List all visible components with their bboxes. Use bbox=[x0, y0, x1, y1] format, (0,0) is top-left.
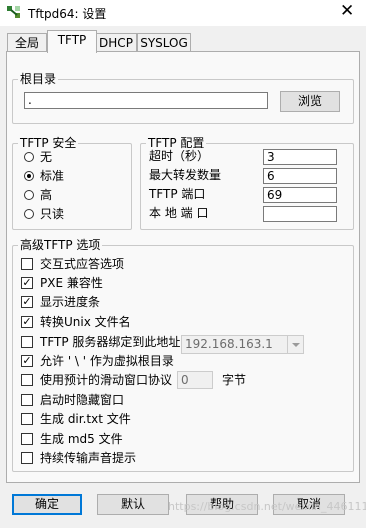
checkbox-sliding-window[interactable] bbox=[21, 374, 33, 386]
checkbox-create-dir-txt[interactable] bbox=[21, 413, 33, 425]
checkbox-translate-unix-names[interactable]: ✓ bbox=[21, 316, 33, 328]
base-directory-input[interactable]: . bbox=[24, 92, 268, 109]
max-retransmit-label: 最大转发数量 bbox=[149, 168, 222, 182]
window-size-unit: 字节 bbox=[222, 373, 247, 387]
radio-high[interactable] bbox=[24, 190, 34, 200]
timeout-input[interactable]: 3 bbox=[263, 149, 337, 165]
checkbox-bind-address[interactable] bbox=[21, 336, 33, 348]
checkbox-pxe-compatibility[interactable]: ✓ bbox=[21, 277, 33, 289]
tab-global[interactable]: 全局 bbox=[7, 33, 47, 52]
checkbox-hide-window[interactable] bbox=[21, 394, 33, 406]
tab-tftp[interactable]: TFTP bbox=[47, 30, 97, 53]
timeout-label: 超时（秒） bbox=[149, 149, 210, 163]
window-size-input[interactable]: 0 bbox=[177, 371, 213, 389]
watermark-text: https://blog.csdn.net/weixin_44611106 bbox=[168, 500, 366, 513]
local-port-label: 本 地 端 口 bbox=[149, 206, 209, 220]
radio-standard[interactable] bbox=[24, 171, 34, 181]
checkbox-virtual-root[interactable]: ✓ bbox=[21, 355, 33, 367]
local-port-input[interactable] bbox=[263, 206, 337, 222]
title-bar: Tftpd64: 设置 ✕ bbox=[0, 0, 366, 26]
tftp-security-legend: TFTP 安全 bbox=[18, 136, 79, 150]
advanced-options-legend: 高级TFTP 选项 bbox=[18, 238, 103, 252]
close-icon[interactable]: ✕ bbox=[340, 1, 354, 21]
bind-address-value: 192.168.163.1 bbox=[185, 337, 273, 351]
default-button[interactable]: 默认 bbox=[97, 494, 169, 515]
tftp-port-input[interactable]: 69 bbox=[263, 187, 337, 203]
radio-readonly[interactable] bbox=[24, 209, 34, 219]
checkbox-option-negotiation[interactable] bbox=[21, 258, 33, 270]
tftpd-app-icon bbox=[7, 6, 20, 18]
checkbox-create-md5[interactable] bbox=[21, 433, 33, 445]
tftp-port-label: TFTP 端口 bbox=[149, 187, 206, 201]
bind-address-combo[interactable]: 192.168.163.1 bbox=[181, 335, 304, 354]
radio-none[interactable] bbox=[24, 152, 34, 162]
window-title: Tftpd64: 设置 bbox=[28, 7, 107, 21]
tab-syslog[interactable]: SYSLOG bbox=[137, 33, 191, 52]
chevron-down-icon[interactable] bbox=[287, 336, 303, 353]
ok-button[interactable]: 确定 bbox=[12, 494, 82, 515]
checkbox-beep-long-transfer[interactable] bbox=[21, 452, 33, 464]
browse-button[interactable]: 浏览 bbox=[280, 91, 340, 112]
tab-dhcp[interactable]: DHCP bbox=[95, 33, 137, 52]
base-directory-legend: 根目录 bbox=[18, 72, 59, 86]
checkbox-show-progress-bar[interactable]: ✓ bbox=[21, 296, 33, 308]
max-retransmit-input[interactable]: 6 bbox=[263, 168, 337, 184]
